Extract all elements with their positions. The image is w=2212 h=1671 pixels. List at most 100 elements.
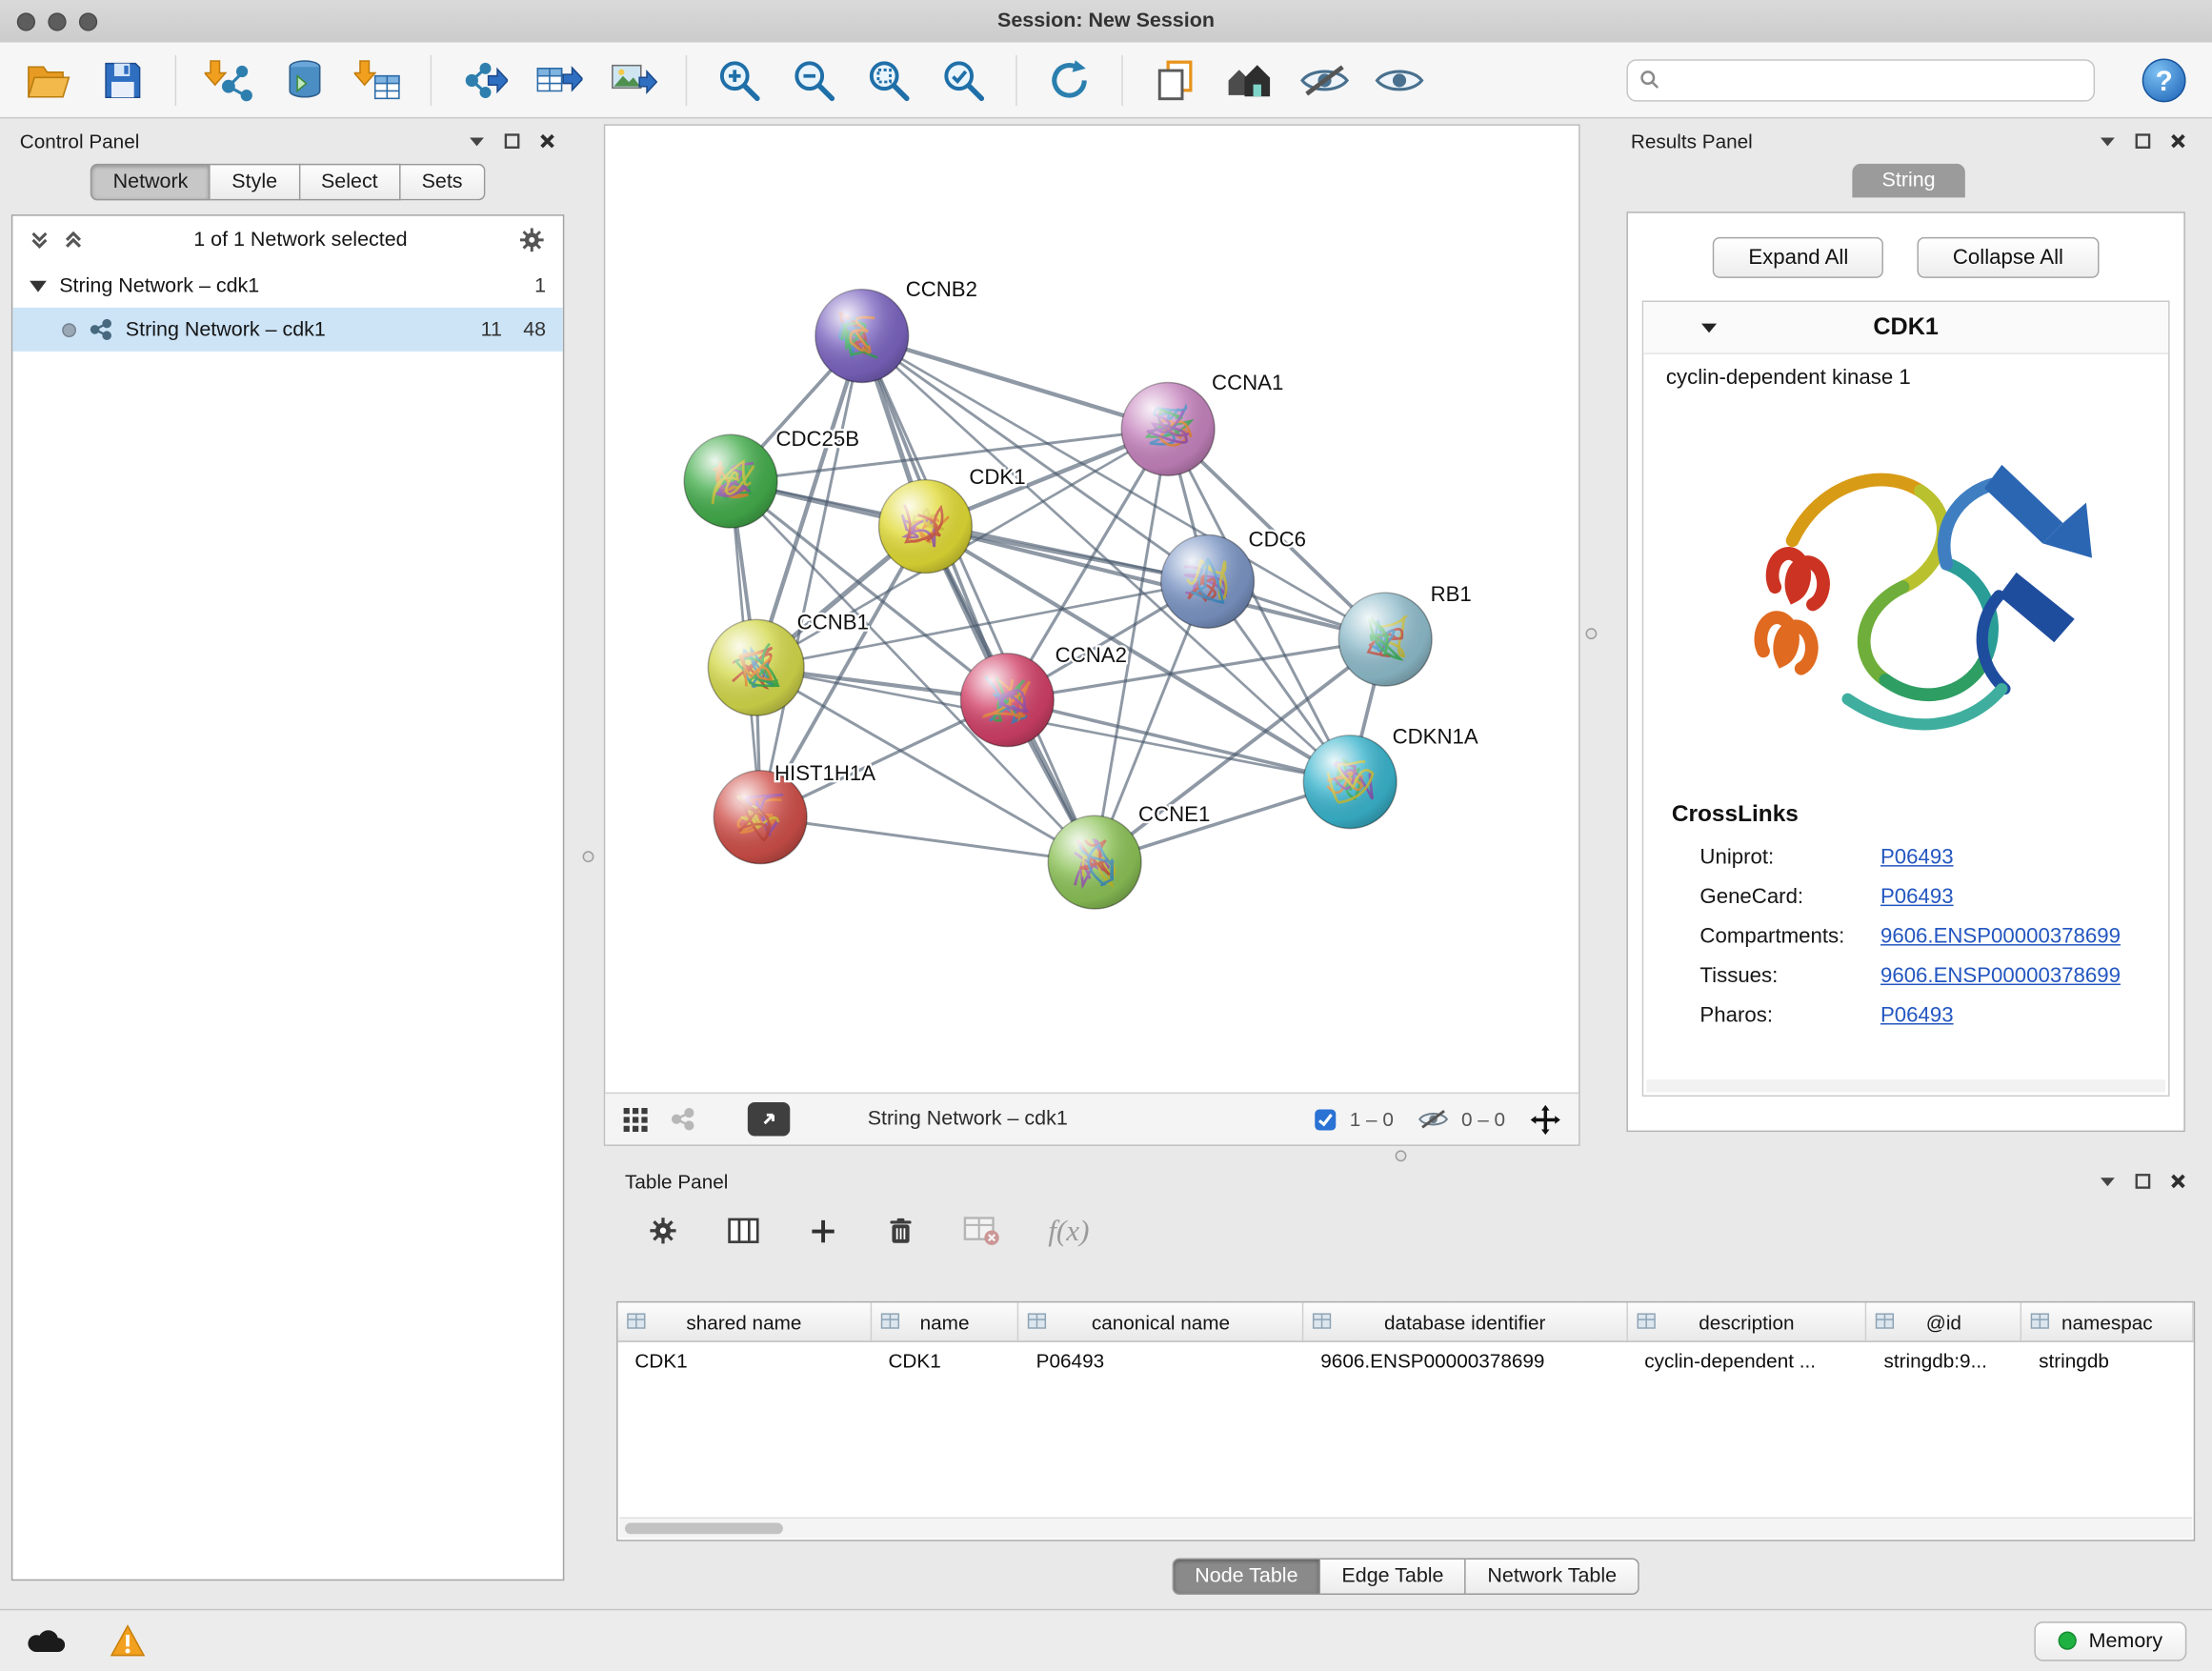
network-canvas[interactable]: CCNB2CCNA1CDC25BCDK1CDC6RB1CCNB1CCNA2CDK…: [605, 126, 1579, 1093]
open-session-button[interactable]: [23, 54, 73, 105]
network-share-icon[interactable]: [670, 1106, 695, 1132]
network-edge-CCNB2-CCNE1[interactable]: [862, 336, 1095, 863]
tab-network-table[interactable]: Network Table: [1466, 1558, 1639, 1595]
collapse-all-networks-button[interactable]: [30, 230, 50, 250]
column-header-namespac[interactable]: namespac: [2021, 1302, 2193, 1340]
network-node-CDK1[interactable]: [879, 480, 973, 574]
table-row[interactable]: CDK1CDK1P064939606.ENSP00000378699cyclin…: [618, 1342, 2194, 1380]
network-collection-row[interactable]: String Network – cdk1 1: [12, 264, 563, 308]
table-panel-maximize-button[interactable]: [2135, 1173, 2152, 1190]
zoom-fit-button[interactable]: [863, 54, 914, 105]
control-panel-maximize-button[interactable]: [504, 132, 521, 150]
column-header-description[interactable]: description: [1627, 1302, 1866, 1340]
network-node-CDC6[interactable]: [1161, 534, 1255, 628]
results-panel-close-button[interactable]: [2170, 132, 2187, 150]
export-network-button[interactable]: [458, 54, 509, 105]
network-options-gear-icon[interactable]: [517, 226, 546, 254]
results-scrollbar[interactable]: [1646, 1079, 2165, 1092]
scrollbar-thumb[interactable]: [625, 1522, 783, 1534]
control-panel-close-button[interactable]: [539, 132, 556, 150]
network-node-CDKN1A[interactable]: [1303, 735, 1397, 829]
tab-select[interactable]: Select: [300, 164, 401, 201]
results-panel-maximize-button[interactable]: [2135, 132, 2152, 150]
column-header--id[interactable]: @id: [1867, 1302, 2022, 1340]
collection-expand-icon[interactable]: [30, 280, 47, 292]
network-edge-CCNB2-CCNA1[interactable]: [862, 336, 1168, 430]
network-node-CCNA1[interactable]: [1121, 382, 1215, 475]
network-edge-HIST1H1A-CCNE1[interactable]: [760, 817, 1095, 862]
table-panel-float-button[interactable]: [2100, 1175, 2117, 1187]
column-header-name[interactable]: name: [872, 1302, 1019, 1340]
delete-column-trash-icon[interactable]: [886, 1216, 915, 1247]
table-cell[interactable]: P06493: [1019, 1342, 1304, 1380]
import-network-from-database-button[interactable]: [278, 54, 329, 105]
table-cell[interactable]: cyclin-dependent ...: [1627, 1342, 1866, 1380]
search-input[interactable]: [1669, 67, 2082, 92]
column-header-shared-name[interactable]: shared name: [618, 1302, 872, 1340]
import-network-button[interactable]: [203, 54, 253, 105]
network-node-CCNE1[interactable]: [1048, 815, 1141, 909]
memory-button[interactable]: Memory: [2034, 1621, 2186, 1660]
table-options-gear-icon[interactable]: [648, 1216, 679, 1247]
table-cell[interactable]: stringdb:9...: [1867, 1342, 2022, 1380]
network-row[interactable]: String Network – cdk1 11 48: [12, 308, 563, 352]
crosslink-link[interactable]: P06493: [1880, 845, 1954, 869]
toolbar-search-field[interactable]: [1626, 58, 2095, 100]
home-button[interactable]: [1224, 54, 1275, 105]
gene-section-header[interactable]: CDK1: [1643, 302, 2168, 354]
tab-node-table[interactable]: Node Table: [1173, 1558, 1321, 1595]
network-node-RB1[interactable]: [1338, 593, 1432, 686]
table-panel-close-button[interactable]: [2170, 1173, 2187, 1190]
crosslink-link[interactable]: 9606.ENSP00000378699: [1880, 924, 2121, 948]
splitter-handle[interactable]: [583, 851, 594, 862]
table-horizontal-scrollbar[interactable]: [619, 1518, 2192, 1539]
table-cell[interactable]: CDK1: [872, 1342, 1019, 1380]
network-edge-CCNA2-CDKN1A[interactable]: [1007, 700, 1350, 782]
expand-all-button[interactable]: Expand All: [1713, 237, 1883, 278]
collapse-all-button[interactable]: Collapse All: [1918, 237, 2099, 278]
table-cell[interactable]: 9606.ENSP00000378699: [1303, 1342, 1627, 1380]
column-header-canonical-name[interactable]: canonical name: [1019, 1302, 1304, 1340]
hidden-eye-slash-icon[interactable]: [1418, 1108, 1449, 1131]
network-edge-CCNB2-HIST1H1A[interactable]: [760, 336, 862, 817]
tab-sets[interactable]: Sets: [400, 164, 485, 201]
tab-network[interactable]: Network: [90, 164, 211, 201]
cloud-status-icon[interactable]: [26, 1626, 68, 1656]
table-cell[interactable]: CDK1: [618, 1342, 872, 1380]
show-columns-icon[interactable]: [727, 1216, 761, 1247]
table-cell[interactable]: stringdb: [2021, 1342, 2193, 1380]
show-elements-button[interactable]: [1374, 54, 1424, 105]
selected-checkbox-icon[interactable]: [1313, 1107, 1337, 1131]
network-node-CCNB2[interactable]: [815, 290, 909, 383]
function-builder-button[interactable]: f(x): [1048, 1213, 1089, 1248]
expand-all-networks-button[interactable]: [64, 230, 84, 250]
results-panel-float-button[interactable]: [2100, 134, 2117, 147]
hide-elements-button[interactable]: [1299, 54, 1350, 105]
detach-view-button[interactable]: [748, 1102, 790, 1137]
splitter-handle[interactable]: [1396, 1150, 1407, 1161]
export-image-button[interactable]: [608, 54, 658, 105]
splitter-handle[interactable]: [1585, 628, 1597, 639]
copy-document-button[interactable]: [1150, 54, 1200, 105]
crosslink-link[interactable]: 9606.ENSP00000378699: [1880, 963, 2121, 987]
zoom-in-button[interactable]: [714, 54, 764, 105]
network-node-CCNA2[interactable]: [960, 654, 1054, 747]
tab-string[interactable]: String: [1852, 164, 1964, 198]
grid-view-icon[interactable]: [622, 1106, 649, 1133]
help-button[interactable]: ?: [2139, 54, 2189, 105]
crosslink-link[interactable]: P06493: [1880, 884, 1954, 908]
column-header-database-identifier[interactable]: database identifier: [1303, 1302, 1627, 1340]
zoom-selected-button[interactable]: [938, 54, 989, 105]
export-table-button[interactable]: [533, 54, 584, 105]
crosslink-link[interactable]: P06493: [1880, 1003, 1954, 1027]
warning-icon[interactable]: [111, 1624, 146, 1657]
add-column-icon[interactable]: [809, 1216, 838, 1245]
network-node-CDC25B[interactable]: [684, 434, 777, 528]
zoom-out-button[interactable]: [789, 54, 839, 105]
apply-layout-button[interactable]: [1044, 54, 1095, 105]
control-panel-float-button[interactable]: [469, 134, 486, 147]
pan-crosshair-icon[interactable]: [1529, 1103, 1561, 1136]
tab-style[interactable]: Style: [211, 164, 300, 201]
gene-collapse-icon[interactable]: [1699, 322, 1718, 334]
tab-edge-table[interactable]: Edge Table: [1320, 1558, 1466, 1595]
